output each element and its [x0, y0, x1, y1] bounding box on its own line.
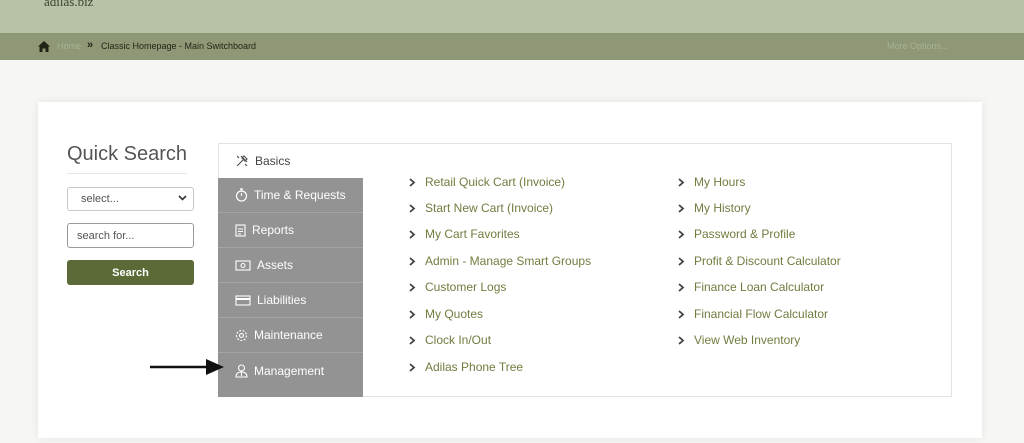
link-my-hours[interactable]: My Hours [677, 169, 745, 195]
tab-maintenance[interactable]: Maintenance [218, 318, 363, 353]
tab-management[interactable]: Management [218, 353, 363, 388]
top-header: adilas.biz [0, 0, 1024, 33]
link-label: Finance Loan Calculator [694, 280, 825, 294]
chevron-right-icon [678, 282, 685, 292]
chevron-right-icon [409, 282, 416, 292]
tab-basics-label: Basics [255, 153, 291, 168]
link-label: Retail Quick Cart (Invoice) [425, 175, 566, 189]
chevron-right-icon [678, 177, 685, 187]
chevron-right-icon [409, 256, 416, 266]
link-my-cart-favorites[interactable]: My Cart Favorites [408, 221, 520, 247]
quick-search-select[interactable]: select... [67, 187, 194, 211]
chevron-right-icon [678, 335, 685, 345]
link-retail-quick-cart[interactable]: Retail Quick Cart (Invoice) [408, 169, 565, 195]
link-label: Customer Logs [425, 280, 507, 294]
user-tie-icon [235, 363, 248, 378]
tab-label: Assets [257, 258, 294, 272]
link-my-quotes[interactable]: My Quotes [408, 301, 483, 327]
chevron-right-icon [409, 335, 416, 345]
link-admin-smart-groups[interactable]: Admin - Manage Smart Groups [408, 248, 591, 274]
gear-icon [235, 329, 248, 341]
link-password-profile[interactable]: Password & Profile [677, 221, 795, 247]
link-customer-logs[interactable]: Customer Logs [408, 274, 506, 300]
chevron-right-icon [409, 229, 416, 239]
tab-basics[interactable]: Basics [218, 143, 363, 178]
link-label: Profit & Discount Calculator [694, 254, 841, 268]
chevron-right-icon [409, 177, 416, 187]
quick-search-select-value: select... [81, 193, 119, 205]
link-label: Password & Profile [694, 227, 796, 241]
link-label: Financial Flow Calculator [694, 307, 829, 321]
link-start-new-cart[interactable]: Start New Cart (Invoice) [408, 195, 553, 221]
chevron-right-icon [678, 229, 685, 239]
tab-label: Liabilities [257, 293, 307, 307]
link-label: View Web Inventory [694, 333, 801, 347]
breadcrumb-current: Classic Homepage - Main Switchboard [101, 41, 257, 51]
tab-label: Reports [252, 223, 295, 237]
tab-liabilities[interactable]: Liabilities [218, 283, 363, 318]
chevron-right-icon [678, 309, 685, 319]
tab-list: Time & Requests Reports Assets Liabiliti… [218, 178, 363, 397]
brand-name[interactable]: adilas.biz [44, 0, 93, 10]
tab-label: Management [254, 363, 325, 378]
link-clock-in-out[interactable]: Clock In/Out [408, 327, 491, 353]
tab-reports[interactable]: Reports [218, 213, 363, 248]
more-options-link[interactable]: More Options... [887, 41, 949, 51]
chevron-right-icon [678, 256, 685, 266]
tools-icon [236, 154, 248, 166]
chevron-right-icon [409, 309, 416, 319]
link-label: My History [694, 201, 751, 215]
link-label: Clock In/Out [425, 333, 492, 347]
quick-search-title: Quick Search [67, 143, 188, 165]
link-finance-loan-calculator[interactable]: Finance Loan Calculator [677, 274, 824, 300]
chevron-down-icon [178, 195, 187, 201]
tab-label: Maintenance [254, 328, 323, 342]
home-icon[interactable] [38, 41, 50, 52]
quick-search-divider [67, 173, 187, 174]
tab-time-requests[interactable]: Time & Requests [218, 178, 363, 213]
breadcrumb: Home » Classic Homepage - Main Switchboa… [0, 33, 1024, 60]
link-label: Start New Cart (Invoice) [425, 201, 554, 215]
breadcrumb-separator: » [87, 39, 94, 51]
chevron-right-icon [678, 203, 685, 213]
report-icon [235, 223, 246, 237]
chevron-right-icon [409, 203, 416, 213]
search-button[interactable]: Search [67, 260, 194, 285]
tab-assets[interactable]: Assets [218, 248, 363, 283]
link-adilas-phone-tree[interactable]: Adilas Phone Tree [408, 354, 523, 380]
stopwatch-icon [235, 188, 248, 202]
link-label: My Quotes [425, 307, 484, 321]
link-label: Admin - Manage Smart Groups [425, 254, 592, 268]
chevron-right-icon [409, 362, 416, 372]
link-my-history[interactable]: My History [677, 195, 751, 221]
link-label: My Hours [694, 175, 746, 189]
link-view-web-inventory[interactable]: View Web Inventory [677, 327, 800, 353]
link-label: Adilas Phone Tree [425, 360, 524, 374]
quick-search-input[interactable] [67, 223, 194, 248]
link-profit-discount-calculator[interactable]: Profit & Discount Calculator [677, 248, 841, 274]
tab-label: Time & Requests [254, 188, 346, 202]
link-label: My Cart Favorites [425, 227, 520, 241]
credit-card-icon [235, 294, 251, 306]
link-financial-flow-calculator[interactable]: Financial Flow Calculator [677, 301, 828, 327]
breadcrumb-home-link[interactable]: Home [57, 41, 81, 51]
annotation-arrow [150, 359, 224, 375]
money-icon [235, 259, 251, 271]
